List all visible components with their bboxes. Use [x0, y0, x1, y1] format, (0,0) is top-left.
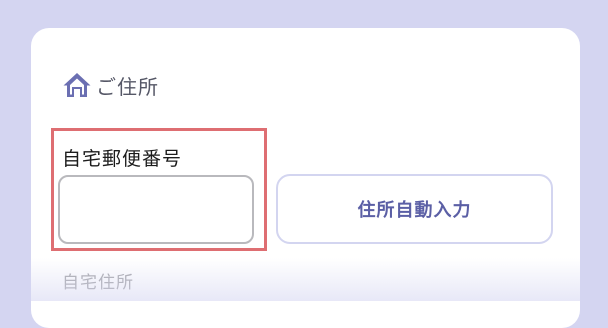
- zip-field-label: 自宅郵便番号: [62, 148, 183, 170]
- auto-fill-address-button[interactable]: 住所自動入力: [276, 174, 553, 244]
- address-field-label: 自宅住所: [62, 273, 134, 293]
- home-icon: [62, 70, 92, 100]
- section-header: ご住所: [62, 70, 159, 100]
- section-title: ご住所: [96, 74, 159, 99]
- zip-code-input[interactable]: [58, 175, 254, 244]
- address-card: ご住所 自宅郵便番号 住所自動入力 自宅住所: [31, 28, 580, 328]
